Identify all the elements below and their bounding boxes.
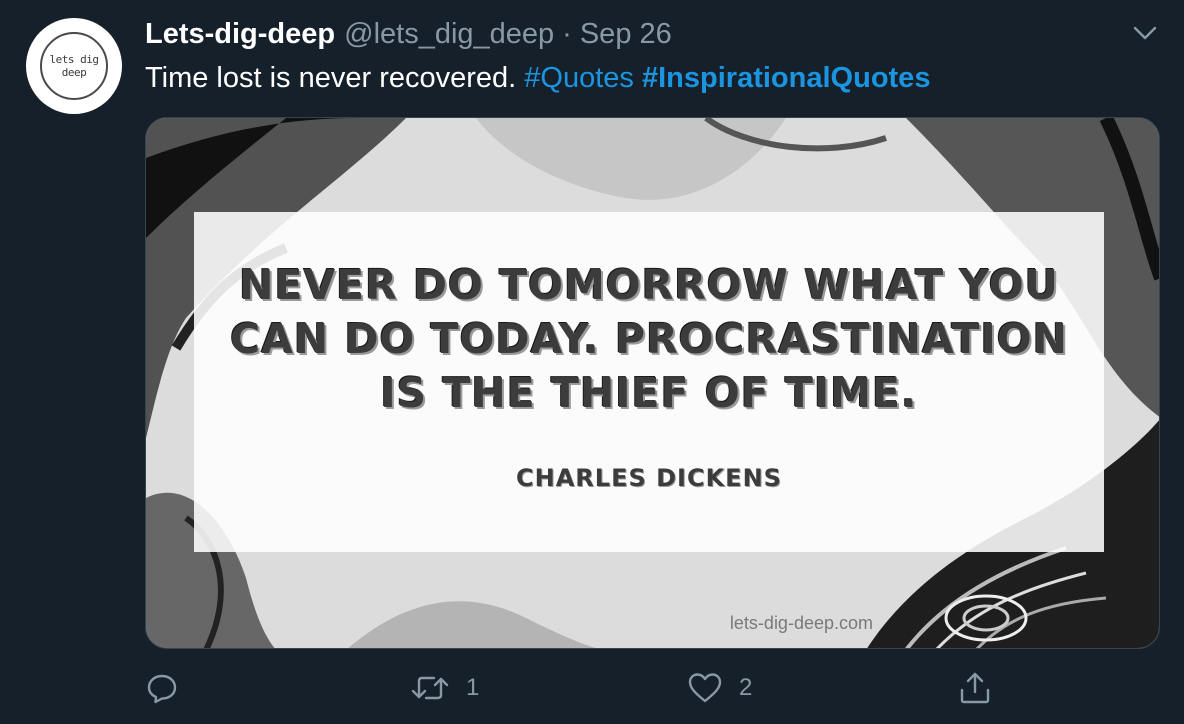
tweet-text: Time lost is never recovered. #Quotes #I… (145, 60, 930, 96)
retweet-button[interactable]: 1 (410, 668, 479, 708)
hashtag-quotes[interactable]: #Quotes (524, 62, 634, 94)
image-watermark: lets-dig-deep.com (729, 613, 873, 633)
quote-line-3: IS THE THIEF OF TIME. (380, 369, 918, 417)
heart-icon (688, 673, 722, 703)
quote-panel: NEVER DO TOMORROW WHAT YOU CAN DO TODAY.… (194, 212, 1104, 552)
separator-dot: · (562, 18, 572, 50)
tweet-date[interactable]: Sep 26 (580, 18, 672, 51)
share-button[interactable] (958, 668, 992, 708)
reply-icon (147, 674, 177, 704)
like-count: 2 (739, 674, 753, 701)
avatar-text-line1: lets dig (49, 53, 99, 66)
avatar-logo: lets dig deep (40, 32, 108, 100)
chevron-down-icon[interactable] (1132, 24, 1158, 42)
quote-author: CHARLES DICKENS (516, 464, 782, 492)
quote-line-2: CAN DO TODAY. PROCRASTINATION (230, 315, 1068, 363)
share-icon (960, 672, 990, 704)
hashtag-inspirational-quotes[interactable]: #InspirationalQuotes (642, 62, 930, 94)
tweet-media-image[interactable]: NEVER DO TOMORROW WHAT YOU CAN DO TODAY.… (145, 117, 1160, 649)
avatar[interactable]: lets dig deep (26, 18, 122, 114)
tweet-actions: 1 2 (145, 668, 1005, 708)
tweet-body: Time lost is never recovered. (145, 62, 517, 94)
tweet[interactable]: lets dig deep Lets-dig-deep @lets_dig_de… (0, 0, 1184, 724)
quote-text: NEVER DO TOMORROW WHAT YOU CAN DO TODAY.… (194, 258, 1104, 420)
display-name[interactable]: Lets-dig-deep (145, 18, 335, 51)
avatar-text-line2: deep (61, 66, 87, 79)
retweet-count: 1 (466, 674, 480, 701)
user-handle[interactable]: @lets_dig_deep (344, 18, 554, 51)
like-button[interactable]: 2 (687, 668, 752, 708)
retweet-icon (411, 676, 449, 700)
reply-button[interactable] (145, 668, 179, 708)
quote-line-1: NEVER DO TOMORROW WHAT YOU (239, 261, 1059, 309)
tweet-header: Lets-dig-deep @lets_dig_deep · Sep 26 (145, 18, 672, 54)
